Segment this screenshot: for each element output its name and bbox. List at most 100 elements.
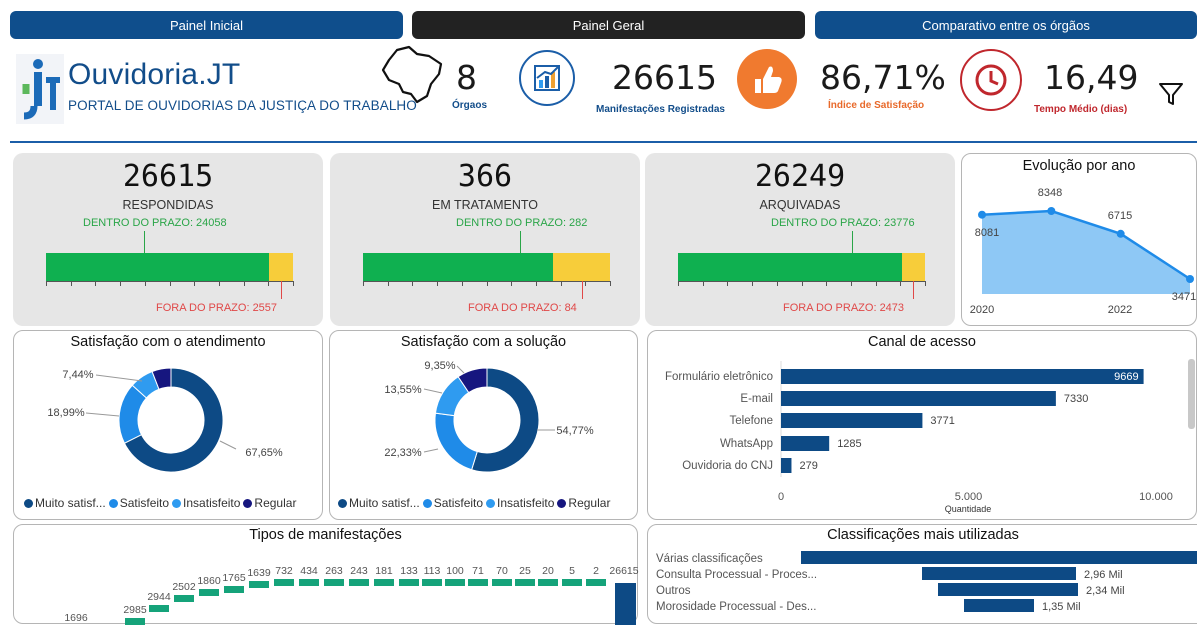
legend-item[interactable]: Insatisfeito bbox=[172, 496, 240, 510]
waterfall-bar bbox=[586, 579, 606, 586]
nav-general-label: Painel Geral bbox=[572, 17, 645, 33]
in-deadline-text: DENTRO DO PRAZO: 282 bbox=[456, 217, 588, 229]
filter-icon[interactable] bbox=[1157, 80, 1185, 113]
classification-label: Outros bbox=[656, 585, 691, 597]
bar-axis-tick bbox=[850, 281, 852, 286]
waterfall-data-label: 243 bbox=[350, 565, 368, 577]
legend-dot bbox=[486, 499, 496, 508]
waterfall-data-label: 2502 bbox=[172, 581, 196, 593]
waterfall-data-label: 434 bbox=[300, 565, 318, 577]
legend-item[interactable]: Muito satisf... bbox=[338, 496, 420, 510]
waterfall-data-label: 71 bbox=[472, 565, 484, 577]
waterfall-bar bbox=[562, 579, 582, 586]
satisfaction-service-legend: Muito satisf... Satisfeito Insatisfeito Reg… bbox=[24, 496, 299, 510]
bar-axis-tick bbox=[826, 281, 828, 286]
bar-axis-tick bbox=[243, 281, 245, 286]
in-deadline-bar bbox=[678, 253, 902, 281]
legend-item[interactable]: Regular bbox=[243, 496, 296, 510]
channel-category-label: WhatsApp bbox=[720, 438, 773, 450]
channel-category-label: Telefone bbox=[730, 415, 773, 427]
waterfall-bar bbox=[492, 579, 512, 586]
waterfall-bar bbox=[399, 579, 419, 586]
bar-axis-tick bbox=[702, 281, 704, 286]
bar-axis-tick bbox=[70, 281, 72, 286]
channel-data-label: 279 bbox=[799, 460, 817, 472]
out-deadline-leader bbox=[581, 281, 583, 299]
in-deadline-text: DENTRO DO PRAZO: 24058 bbox=[83, 217, 227, 229]
bar-axis-tick bbox=[293, 281, 294, 286]
nav-home-button[interactable]: Painel Inicial bbox=[10, 11, 403, 39]
legend-dot bbox=[243, 499, 253, 508]
donut-slice bbox=[434, 412, 478, 471]
evolution-data-label: 8081 bbox=[975, 227, 999, 239]
legend-label: Muito satisf... bbox=[35, 496, 106, 510]
access-channel-scrollbar[interactable] bbox=[1188, 359, 1195, 429]
waterfall-bar bbox=[515, 579, 535, 586]
in-deadline-leader bbox=[851, 231, 853, 253]
bar-axis-tick bbox=[218, 281, 220, 286]
legend-dot bbox=[557, 499, 567, 508]
classifications-chart: Várias classificações Consulta Processual… bbox=[656, 551, 1197, 613]
bar-axis-tick bbox=[610, 281, 611, 286]
channel-category-label: Formulário eletrônico bbox=[665, 371, 773, 383]
bar-axis-tick bbox=[560, 281, 562, 286]
channel-axis-tick: 0 bbox=[778, 491, 784, 503]
bar-axis-tick bbox=[363, 281, 364, 286]
channel-category-label: E-mail bbox=[740, 393, 773, 405]
out-deadline-text: FORA DO PRAZO: 2557 bbox=[156, 302, 278, 314]
waterfall-data-label: 20 bbox=[542, 565, 554, 577]
bar-axis-tick bbox=[678, 281, 679, 286]
kpi-organs-label: Órgaos bbox=[452, 100, 488, 111]
in-deadline-leader bbox=[143, 231, 145, 253]
waterfall-data-label: 2985 bbox=[123, 604, 147, 616]
waterfall-bar bbox=[468, 579, 488, 586]
kpi-registered-value: 26615 bbox=[612, 58, 717, 97]
legend-item[interactable]: Regular bbox=[557, 496, 610, 510]
satisfaction-solution-legend: Muito satisf... Satisfeito Insatisfeito Reg… bbox=[338, 496, 613, 510]
legend-label: Satisfeito bbox=[119, 496, 170, 510]
waterfall-data-label: 5 bbox=[569, 565, 575, 577]
bar-axis-tick bbox=[585, 281, 587, 286]
waterfall-bar bbox=[538, 579, 558, 586]
in-deadline-bar bbox=[363, 253, 554, 281]
brazil-map-icon bbox=[379, 44, 447, 111]
legend-label: Regular bbox=[254, 496, 297, 510]
legend-item[interactable]: Muito satisf... bbox=[24, 496, 106, 510]
channel-axis-tick: 10.000 bbox=[1139, 491, 1173, 503]
kpi-avg-time-value: 16,49 bbox=[1044, 58, 1139, 97]
satisfaction-solution-donut: 54,77% 22,33% 13,55%9,35% bbox=[384, 360, 594, 473]
bar-axis-tick bbox=[511, 281, 513, 286]
channel-data-label: 7330 bbox=[1064, 393, 1088, 405]
legend-item[interactable]: Insatisfeito bbox=[486, 496, 554, 510]
waterfall-data-label: 1765 bbox=[222, 572, 246, 584]
waterfall-data-label: 113 bbox=[424, 565, 441, 577]
legend-item[interactable]: Satisfeito bbox=[422, 496, 483, 510]
legend-label: Regular bbox=[568, 496, 611, 510]
waterfall-bar bbox=[224, 586, 244, 593]
satisfaction-service-donut: 67,65% 18,99% 7,44% bbox=[47, 367, 283, 473]
channel-data-label: 1285 bbox=[837, 438, 861, 450]
bar-axis-tick bbox=[120, 281, 122, 286]
legend-item[interactable]: Satisfeito bbox=[108, 496, 170, 510]
nav-general-button[interactable]: Painel Geral bbox=[412, 11, 805, 39]
classification-bar bbox=[938, 583, 1078, 596]
kpi-registered-label: Manifestações Registradas bbox=[596, 104, 725, 115]
waterfall-bar bbox=[374, 579, 394, 586]
manifestation-types-chart: 1696 298529442502 1860 1765 1639 732 434 263 243… bbox=[64, 565, 639, 625]
kpi-satisfaction-value: 86,71% bbox=[820, 58, 946, 97]
donut-data-label: 54,77% bbox=[556, 425, 594, 437]
donut-leader-line bbox=[219, 440, 237, 450]
channel-data-label: 9669 bbox=[1114, 371, 1138, 383]
thumbs-up-icon bbox=[737, 49, 797, 109]
waterfall-bar bbox=[445, 579, 465, 586]
bar-axis-tick bbox=[461, 281, 463, 286]
legend-dot bbox=[338, 499, 347, 508]
out-deadline-leader bbox=[281, 281, 283, 299]
nav-compare-button[interactable]: Comparativo entre os órgãos bbox=[815, 11, 1197, 39]
channel-data-label: 3771 bbox=[930, 415, 954, 427]
donut-leader-line bbox=[423, 388, 443, 394]
bar-axis-tick bbox=[144, 281, 146, 286]
waterfall-data-label: 263 bbox=[325, 565, 343, 577]
waterfall-data-label: 2944 bbox=[147, 591, 171, 603]
evolution-point bbox=[1186, 275, 1194, 283]
